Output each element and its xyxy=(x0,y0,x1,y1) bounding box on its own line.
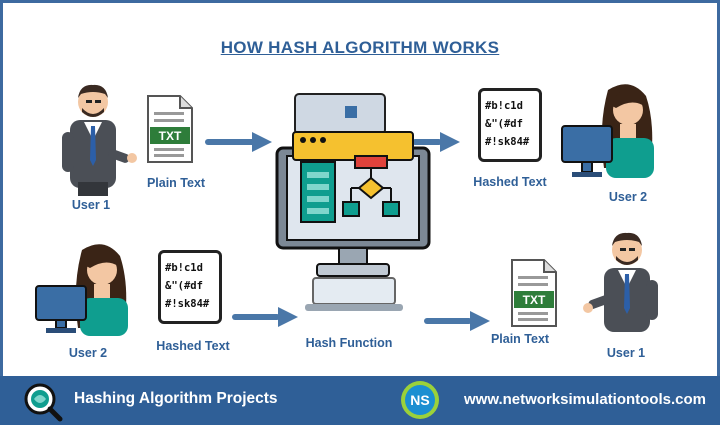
hash-line: #b!c1d xyxy=(165,262,203,274)
hash-line: #b!c1d xyxy=(485,100,523,112)
user1-bottom-avatar-icon xyxy=(583,232,658,332)
hash-line: &"(#df xyxy=(485,118,523,130)
hash-computer-icon xyxy=(275,93,431,311)
hashed-text-bottom-card: #b!c1d &"(#df #!sk84# xyxy=(158,250,222,324)
user2-top-avatar-icon xyxy=(561,84,654,178)
footer-website-link[interactable]: www.networksimulationtools.com xyxy=(464,391,706,408)
footer-bar: Hashing Algorithm Projects NS www.networ… xyxy=(0,376,720,425)
diagram-canvas: HOW HASH ALGORITHM WORKS User 1 TXT Plai… xyxy=(0,0,720,425)
hash-line: #!sk84# xyxy=(485,136,530,148)
ns-logo-text: NS xyxy=(410,392,429,408)
hash-function-label: Hash Function xyxy=(305,336,393,350)
user1-bottom-label: User 1 xyxy=(606,346,646,360)
ns-logo-icon: NS xyxy=(401,381,439,419)
user1-top-label: User 1 xyxy=(71,198,111,212)
user2-bottom-avatar-icon xyxy=(35,244,128,336)
hashed-text-bottom-label: Hashed Text xyxy=(156,339,230,353)
user2-top-label: User 2 xyxy=(608,190,648,204)
hashed-text-top-label: Hashed Text xyxy=(473,175,547,189)
file-ext-top: TXT xyxy=(159,129,182,143)
hash-line: #!sk84# xyxy=(165,298,210,310)
user2-bottom-label: User 2 xyxy=(68,346,108,360)
plain-text-file-icon: TXT xyxy=(147,95,193,163)
hash-line: &"(#df xyxy=(165,280,203,292)
arrow-plaintext-to-hash xyxy=(205,132,272,152)
hashed-text-top-card: #b!c1d &"(#df #!sk84# xyxy=(478,88,542,162)
footer-project-label: Hashing Algorithm Projects xyxy=(74,390,278,407)
user1-avatar-icon xyxy=(62,84,137,196)
file-ext-bottom: TXT xyxy=(523,293,546,307)
brain-search-icon xyxy=(24,383,63,422)
plain-text-file-bottom-icon: TXT xyxy=(511,259,557,327)
plain-text-bottom-label: Plain Text xyxy=(490,332,550,346)
plain-text-top-label: Plain Text xyxy=(146,176,206,190)
